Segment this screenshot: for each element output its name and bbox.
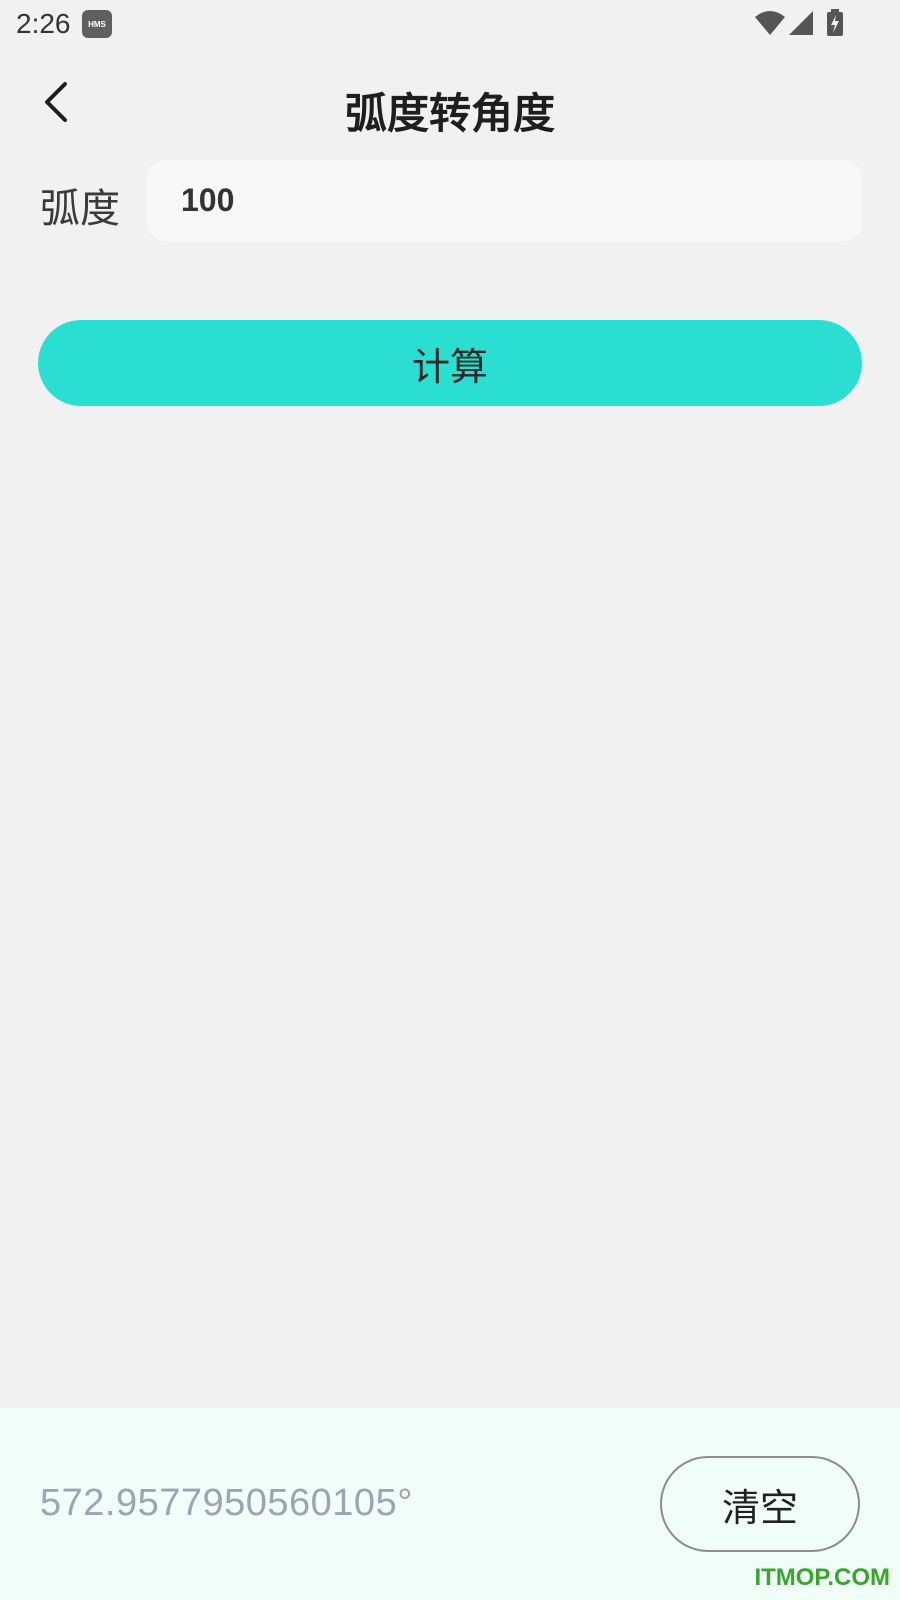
clear-button[interactable]: 清空	[660, 1456, 860, 1552]
status-bar: 2:26 HMS	[0, 0, 900, 50]
status-time: 2:26	[16, 8, 71, 39]
signal-icon	[787, 9, 813, 41]
radian-input[interactable]	[147, 160, 862, 241]
wifi-icon	[755, 9, 785, 41]
page-title: 弧度转角度	[344, 89, 555, 138]
result-value: 572.9577950560105°	[40, 1482, 413, 1524]
radian-label: 弧度	[40, 186, 120, 232]
calculate-button[interactable]: 计算	[38, 320, 862, 406]
hms-badge: HMS	[82, 10, 112, 38]
result-panel: 572.9577950560105° 清空 ITMOP.COM	[0, 1408, 900, 1600]
header: 弧度转角度	[0, 60, 900, 150]
battery-charging-icon	[826, 9, 844, 41]
radian-input-row: 弧度	[0, 160, 900, 242]
watermark: ITMOP.COM	[754, 1564, 890, 1591]
